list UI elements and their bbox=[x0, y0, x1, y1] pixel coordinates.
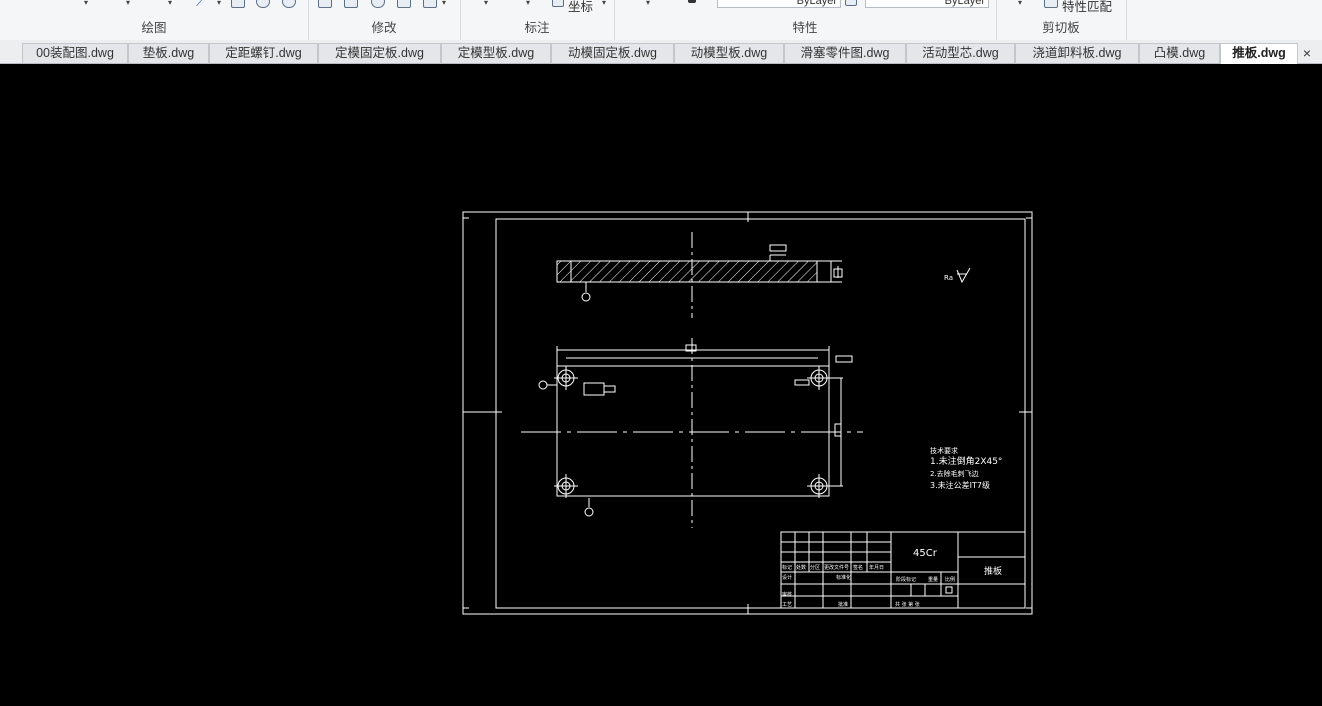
tb-label-review: 审核 bbox=[782, 591, 792, 598]
roughness-symbol bbox=[956, 267, 971, 284]
tb-label-approve: 批准 bbox=[838, 601, 848, 608]
notes-title: 技术要求 bbox=[930, 446, 958, 455]
tb-label-signature: 签名 bbox=[853, 564, 863, 571]
tb-label-standardization: 标准化 bbox=[836, 574, 851, 581]
datum-symbol-3 bbox=[584, 507, 594, 517]
side-view bbox=[556, 232, 843, 318]
tb-label-date: 年月日 bbox=[869, 564, 884, 571]
note-2: 2.去除毛刺飞边 bbox=[930, 469, 979, 478]
tb-label-weight: 重量 bbox=[928, 576, 938, 583]
material-text: 45Cr bbox=[913, 548, 938, 559]
tb-label-zone: 分区 bbox=[810, 564, 820, 571]
side-view-right-end bbox=[816, 260, 832, 283]
tb-label-count: 处数 bbox=[796, 564, 806, 571]
note-3: 3.未注公差IT7级 bbox=[930, 480, 990, 490]
top-view bbox=[521, 338, 863, 528]
note-1: 1.未注倒角2X45° bbox=[930, 455, 1002, 467]
height-dim-text bbox=[834, 423, 842, 437]
tb-label-process: 工艺 bbox=[782, 602, 792, 608]
tb-sheet-text: 共 张 第 张 bbox=[895, 601, 920, 608]
width-dim bbox=[556, 346, 830, 366]
hole-callout bbox=[794, 379, 810, 386]
tb-label-design: 设计 bbox=[782, 574, 792, 581]
roughness-box-3 bbox=[835, 355, 853, 363]
side-view-section bbox=[556, 260, 818, 283]
top-view-outline bbox=[556, 365, 830, 497]
tb-label-mark: 标记 bbox=[782, 564, 792, 571]
tb-label-stage: 阶段标记 bbox=[896, 576, 916, 583]
tb-label-scale: 比例 bbox=[945, 576, 955, 583]
part-name-text: 推板 bbox=[984, 565, 1002, 577]
position-tolerance-extra bbox=[603, 385, 616, 393]
datum-symbol-2 bbox=[538, 380, 548, 390]
roughness-box-1 bbox=[769, 244, 787, 252]
position-tolerance-frame bbox=[583, 382, 605, 396]
side-thickness-dim bbox=[831, 260, 842, 283]
cad-drawing: Ra 技术要求 1.未注倒角2X45° 2.去除毛刺飞边 3.未注公差IT7级 … bbox=[462, 211, 1033, 615]
tb-label-change-doc: 更改文件号 bbox=[824, 564, 849, 571]
surface-roughness-label: Ra bbox=[944, 274, 953, 282]
roughness-leader-1 bbox=[769, 254, 786, 261]
datum-symbol-1 bbox=[581, 292, 591, 302]
